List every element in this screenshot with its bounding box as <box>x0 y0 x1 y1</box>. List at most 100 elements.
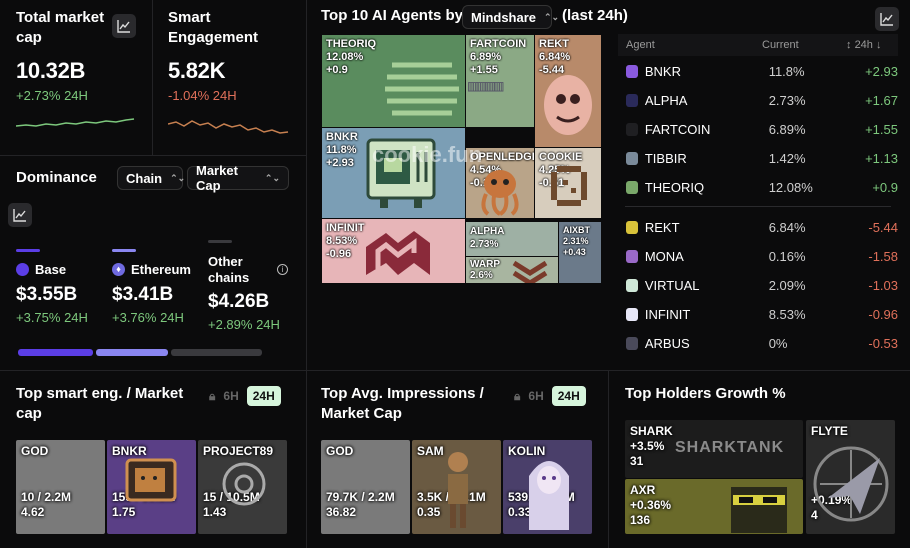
row-current: 12.08% <box>768 180 813 195</box>
rekt-image <box>544 75 592 135</box>
mindshare-select[interactable]: Mindshare ⌃⌄ <box>462 5 559 29</box>
table-row[interactable]: INFINIT 8.53% -0.96 <box>620 300 898 329</box>
table-row[interactable]: VIRTUAL 2.09% -1.03 <box>620 271 898 300</box>
base-label-row: Base <box>16 262 66 277</box>
impressions-card-god[interactable]: GOD 79.7K / 2.2M 36.82 <box>321 440 410 534</box>
impressions-card-sam[interactable]: SAM 3.5K / 10.1M 0.35 <box>412 440 501 534</box>
engagement-sparkline <box>168 120 289 134</box>
bnkr-robot <box>125 458 177 502</box>
impressions-card-kolin[interactable]: KOLIN 539.9 / 1.6M 0.33 <box>503 440 592 534</box>
other-marker <box>208 240 232 243</box>
table-row[interactable]: THEORIQ 12.08% +0.9 <box>620 173 898 202</box>
table-row[interactable]: FARTCOIN 6.89% +1.55 <box>620 115 898 144</box>
rekt-avatar-icon <box>626 221 638 234</box>
metric-select-label: Market Cap <box>196 163 238 193</box>
axr-avatar <box>731 487 787 533</box>
tile-aixbt-delta: +0.43 <box>563 247 586 257</box>
tile-rekt-share: 6.84% <box>539 51 571 63</box>
tile-fartcoin[interactable]: ▥▥▥▥ FARTCOIN 6.89% +1.55 <box>466 35 534 127</box>
metric-select[interactable]: Market Cap ⌃⌄ <box>187 163 289 193</box>
row-change: -1.58 <box>868 249 898 264</box>
header-agent: Agent <box>626 39 655 51</box>
toggle-6h[interactable]: 6H <box>526 389 545 403</box>
smart-eng-timeframe-toggle[interactable]: 🔒︎ 6H 24H <box>203 385 287 407</box>
holders-card-axr[interactable]: AXR +0.36% 136 <box>625 479 803 534</box>
smart-eng-card-project89[interactable]: PROJECT89 15 / 10.5M 1.43 <box>198 440 287 534</box>
chevron-updown-icon: ⌃⌄ <box>170 172 186 183</box>
toggle-6h[interactable]: 6H <box>221 389 240 403</box>
row-change: -0.53 <box>868 336 898 351</box>
flyte-logo <box>813 446 889 522</box>
table-row[interactable]: REKT 6.84% -5.44 <box>620 213 898 242</box>
row-name: ALPHA <box>644 93 688 108</box>
treemap-title-suffix: (last 24h) <box>562 7 628 24</box>
dominance-title: Dominance <box>16 169 97 186</box>
table-row[interactable]: ARBUS 0% -0.53 <box>620 329 898 358</box>
card-name: GOD <box>326 444 354 458</box>
chart-icon[interactable] <box>8 203 32 227</box>
row-change: -5.44 <box>868 220 898 235</box>
toggle-24h[interactable]: 24H <box>551 386 586 406</box>
tile-warp[interactable]: WARP 2.6% <box>466 257 558 283</box>
tile-aixbt[interactable]: AIXBT 2.31% +0.43 <box>559 222 601 283</box>
card-name: PROJECT89 <box>203 444 274 458</box>
fartcoin-glyph: ▥▥▥▥ <box>468 76 504 95</box>
table-row[interactable]: MONA 0.16% -1.58 <box>620 242 898 271</box>
tile-fartcoin-name: FARTCOIN <box>470 38 527 50</box>
tile-alpha[interactable]: ALPHA 2.73% <box>466 222 558 256</box>
tile-alpha-share: 2.73% <box>470 239 499 250</box>
table-row[interactable]: ALPHA 2.73% +1.67 <box>620 86 898 115</box>
card-value: 4.62 <box>21 505 45 519</box>
treemap-watermark: cookie.fun <box>372 142 483 167</box>
other-chains-value: $4.26B <box>208 291 270 312</box>
row-current: 1.42% <box>768 151 806 166</box>
row-current: 2.09% <box>768 278 806 293</box>
chevron-updown-icon: ⌃⌄ <box>544 11 560 22</box>
row-name: BNKR <box>644 64 681 79</box>
market-cap-sparkline <box>16 118 135 127</box>
row-current: 6.84% <box>768 220 806 235</box>
dominance-segment-base <box>18 349 93 356</box>
other-chains-name: Other chains <box>208 254 250 285</box>
card-name: SHARK <box>630 424 673 438</box>
ethereum-name: Ethereum <box>131 262 191 277</box>
tibbir-avatar-icon <box>626 152 638 165</box>
sort-updown-icon: ↕ <box>846 39 852 51</box>
row-name: REKT <box>644 220 680 235</box>
tile-cookie[interactable]: COOKIE 4.25% -0.51 <box>535 148 601 218</box>
table-row[interactable]: TIBBIR 1.42% +1.13 <box>620 144 898 173</box>
lock-icon: 🔒︎ <box>209 388 216 403</box>
base-change: +3.75% 24H <box>16 310 88 325</box>
smart-eng-card-bnkr[interactable]: BNKR 159 / 90.8M 1.75 <box>107 440 196 534</box>
tile-rekt[interactable]: REKT 6.84% -5.44 <box>535 35 601 147</box>
tile-theoriq-name: THEORIQ <box>326 38 377 50</box>
base-value: $3.55B <box>16 284 78 305</box>
chart-icon[interactable] <box>875 7 899 31</box>
tile-theoriq[interactable]: THEORIQ 12.08% +0.9 <box>322 35 465 127</box>
theoriq-avatar-icon <box>626 181 638 194</box>
info-icon[interactable]: i <box>277 264 288 275</box>
header-current[interactable]: Current <box>762 39 799 51</box>
sort-desc-icon: ↓ <box>875 39 882 51</box>
row-name: ARBUS <box>644 336 690 351</box>
card-value: 1.75 <box>112 505 136 519</box>
toggle-24h[interactable]: 24H <box>246 386 281 406</box>
holders-card-flyte[interactable]: FLYTE +0.19% 4 <box>806 420 895 534</box>
row-change: -1.03 <box>868 278 898 293</box>
holders-card-shark[interactable]: SHARKTANK SHARK +3.5% 31 <box>625 420 803 478</box>
header-24h-sort[interactable]: ↕ 24h ↓ <box>846 39 881 51</box>
mona-avatar-icon <box>626 250 638 263</box>
smart-eng-card-god[interactable]: GOD 10 / 2.2M 4.62 <box>16 440 105 534</box>
chart-icon[interactable] <box>112 14 136 38</box>
impressions-title: Top Avg. Impressions / Market Cap <box>321 385 484 422</box>
table-row[interactable]: BNKR 11.8% +2.93 <box>620 57 898 86</box>
fartcoin-avatar-icon <box>626 123 638 136</box>
tile-fartcoin-share: 6.89% <box>470 51 502 63</box>
row-name: MONA <box>644 249 684 264</box>
impressions-timeframe-toggle[interactable]: 🔒︎ 6H 24H <box>508 385 592 407</box>
tile-infinit[interactable]: INFINIT 8.53% -0.96 <box>322 219 465 283</box>
infinit-logo <box>366 231 430 275</box>
engagement-title: Smart Engagement <box>168 9 259 46</box>
row-current: 0% <box>768 336 788 351</box>
chain-select[interactable]: Chain ⌃⌄ <box>117 166 186 190</box>
